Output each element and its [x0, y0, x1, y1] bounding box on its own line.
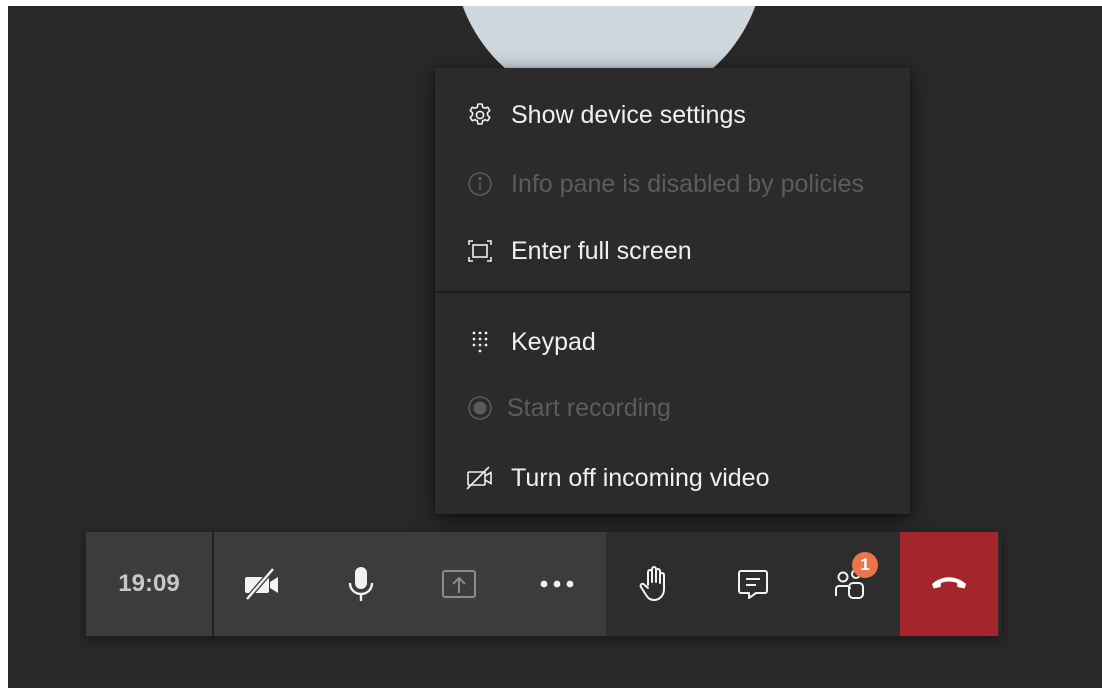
microphone-button[interactable] [312, 532, 410, 636]
gear-icon [465, 100, 495, 130]
share-tray-icon [441, 567, 477, 601]
share-button[interactable] [410, 532, 508, 636]
record-icon [465, 393, 495, 423]
video-off-icon [243, 566, 283, 602]
menu-item-label: Enter full screen [511, 236, 692, 265]
hand-icon [638, 564, 672, 604]
raise-hand-button[interactable] [606, 532, 704, 636]
participants-button[interactable]: 1 [802, 532, 900, 636]
camera-toggle-button[interactable] [214, 532, 312, 636]
menu-item-show-device-settings[interactable]: Show device settings [465, 95, 746, 135]
menu-item-label: Info pane is disabled by policies [511, 169, 865, 198]
menu-item-info-pane: Info pane is disabled by policies [465, 164, 864, 204]
call-actions-group: 1 [606, 532, 998, 636]
menu-item-keypad[interactable]: Keypad [465, 322, 596, 362]
menu-item-start-recording: Start recording [465, 388, 671, 428]
participants-count-badge: 1 [852, 552, 878, 578]
call-duration: 19:09 [86, 532, 214, 636]
menu-item-label: Turn off incoming video [511, 463, 770, 492]
menu-item-enter-full-screen[interactable]: Enter full screen [465, 231, 692, 271]
microphone-icon [345, 564, 377, 604]
menu-divider [435, 291, 910, 293]
chat-icon [736, 567, 770, 601]
call-controls-group [214, 532, 606, 636]
menu-item-label: Show device settings [511, 100, 746, 129]
fullscreen-icon [465, 236, 495, 266]
menu-item-label: Start recording [507, 393, 671, 422]
video-off-icon [465, 463, 495, 493]
chat-button[interactable] [704, 532, 802, 636]
menu-item-label: Keypad [511, 327, 596, 356]
meeting-stage: Show device settings Info pane is disabl… [8, 6, 1102, 688]
keypad-icon [465, 327, 495, 357]
ellipsis-icon [539, 579, 575, 589]
info-icon [465, 169, 495, 199]
hang-up-button[interactable] [900, 532, 998, 636]
more-actions-button[interactable] [508, 532, 606, 636]
hang-up-icon [929, 573, 969, 596]
menu-item-turn-off-incoming-video[interactable]: Turn off incoming video [465, 458, 769, 498]
call-controls-toolbar: 19:09 1 [86, 532, 1001, 636]
more-actions-menu: Show device settings Info pane is disabl… [435, 68, 910, 514]
